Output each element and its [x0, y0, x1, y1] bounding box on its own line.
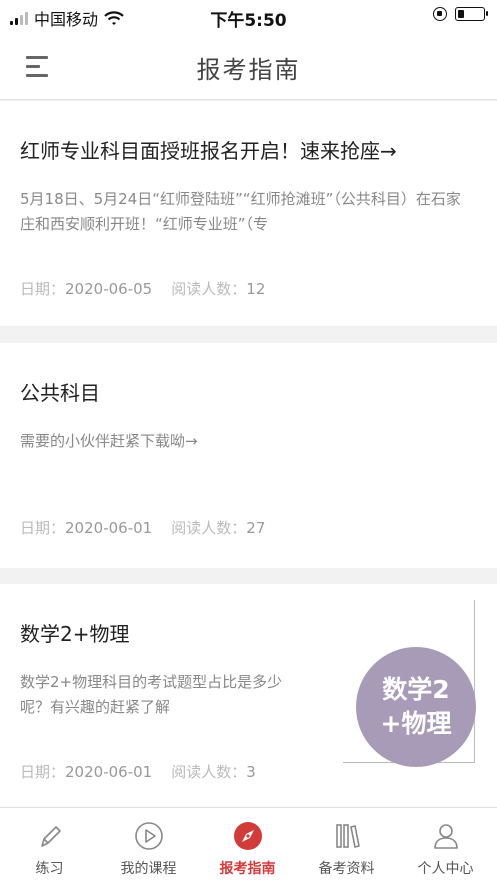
reads-label: 阅读人数：	[171, 280, 247, 298]
tab-label: 我的课程	[120, 861, 177, 877]
article-meta: 日期：2020-06-05 阅读人数：12	[20, 278, 265, 299]
tab-exam-guide[interactable]: 报考指南	[198, 808, 297, 883]
tab-my-courses[interactable]: 我的课程	[99, 808, 198, 883]
article-title: 公共科目	[20, 381, 100, 405]
page-title: 报考指南	[196, 56, 301, 84]
battery-level	[458, 10, 464, 18]
article-desc: 需要的小伙伴赶紧下载呦→	[20, 432, 198, 450]
article-card[interactable]: 数学2+物理 数学2+物理科目的考试题型占比是多少呢？有兴趣的赶紧了解 数学2 …	[0, 584, 497, 807]
tab-materials[interactable]: 备考资料	[297, 808, 396, 883]
reads-label: 阅读人数：	[171, 519, 247, 537]
status-time: 下午5:50	[210, 11, 287, 31]
play-icon	[135, 822, 163, 850]
tab-bar: 练习 我的课程 报考指南 备考资料 个人中心	[0, 807, 497, 883]
article-title: 红师专业科目面授班报名开启！速来抢座→	[20, 139, 397, 163]
article-meta: 日期：2020-06-01 阅读人数：27	[20, 517, 265, 538]
article-card[interactable]: 红师专业科目面授班报名开启！速来抢座→ 5月18日、5月24日“红师登陆班”“红…	[0, 101, 497, 326]
date-label: 日期：	[20, 763, 66, 781]
date-label: 日期：	[20, 519, 66, 537]
person-icon	[434, 824, 458, 849]
date-label: 日期：	[20, 280, 66, 298]
article-date: 2020-06-01	[65, 519, 153, 537]
article-thumbnail: 数学2 +物理	[356, 647, 476, 767]
status-right	[433, 7, 488, 21]
tab-practice[interactable]: 练习	[0, 808, 99, 883]
article-list: 红师专业科目面授班报名开启！速来抢座→ 5月18日、5月24日“红师登陆班”“红…	[0, 101, 497, 807]
tab-label: 练习	[35, 861, 64, 877]
tab-label: 个人中心	[417, 861, 474, 877]
article-reads: 27	[246, 519, 266, 537]
article-title: 数学2+物理	[20, 622, 130, 646]
article-date: 2020-06-01	[65, 763, 153, 781]
article-reads: 12	[246, 280, 266, 298]
tab-label: 报考指南	[219, 861, 276, 877]
article-reads: 3	[246, 763, 256, 781]
status-bar: 中国移动 下午5:50	[0, 0, 497, 34]
battery-icon	[455, 7, 488, 21]
thumbnail-line-1: 数学2	[382, 675, 450, 704]
reads-label: 阅读人数：	[171, 763, 247, 781]
tab-profile[interactable]: 个人中心	[396, 808, 495, 883]
article-date: 2020-06-05	[65, 280, 153, 298]
orientation-lock-icon	[433, 7, 447, 21]
thumbnail-line-2: +物理	[380, 709, 452, 738]
article-desc: 数学2+物理科目的考试题型占比是多少呢？有兴趣的赶紧了解	[20, 673, 283, 716]
tab-label: 备考资料	[318, 861, 375, 877]
compass-icon	[234, 822, 262, 850]
pencil-icon	[41, 826, 61, 847]
article-card[interactable]: 公共科目 需要的小伙伴赶紧下载呦→ 日期：2020-06-01 阅读人数：27	[0, 343, 497, 568]
article-meta: 日期：2020-06-01 阅读人数：3	[20, 761, 256, 782]
books-icon	[336, 824, 360, 848]
article-desc: 5月18日、5月24日“红师登陆班”“红师抢滩班”（公共科目）在石家庄和西安顺利…	[20, 190, 461, 233]
nav-bar: 报考指南	[0, 34, 497, 100]
